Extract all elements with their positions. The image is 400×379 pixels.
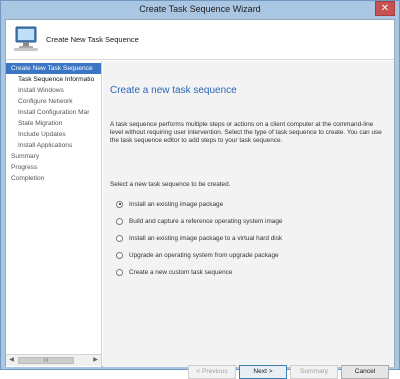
scroll-left-icon[interactable]: ◀ [6,355,17,366]
option-label: Upgrade an operating system from upgrade… [129,251,279,259]
nav-item-configure-network[interactable]: Configure Network [18,96,73,107]
header-title: Create New Task Sequence [46,35,139,44]
nav-item-install-windows[interactable]: Install Windows [18,85,64,96]
title-bar[interactable]: Create Task Sequence Wizard ✕ [1,1,399,18]
option-label: Create a new custom task sequence [129,268,233,276]
nav-item-completion[interactable]: Completion [11,173,44,184]
nav-item-include-updates[interactable]: Include Updates [18,129,66,140]
option-upgrade-os[interactable]: Upgrade an operating system from upgrade… [116,250,279,260]
option-label: Build and capture a reference operating … [129,217,283,225]
wizard-client-area: Create New Task Sequence Create New Task… [5,19,395,379]
cancel-button[interactable]: Cancel [341,365,389,379]
nav-item-create-new-task-sequence[interactable]: Create New Task Sequence [6,63,101,74]
wizard-main-pane: Create a new task sequence A task sequen… [103,61,394,379]
scrollbar-thumb[interactable]: III [18,357,74,364]
previous-button[interactable]: < Previous [188,365,236,379]
radio-button[interactable] [116,234,123,242]
option-build-and-capture[interactable]: Build and capture a reference operating … [116,216,282,226]
close-button[interactable]: ✕ [375,1,395,16]
option-label: Install an existing image package [129,200,224,208]
computer-wizard-icon [14,26,38,51]
radio-button-selected[interactable] [116,200,123,208]
radio-button[interactable] [116,268,123,276]
next-button[interactable]: Next > [239,365,287,379]
nav-item-state-migration[interactable]: State Migration [18,118,62,129]
option-custom-task-sequence[interactable]: Create a new custom task sequence [116,267,232,277]
scroll-right-icon[interactable]: ▶ [90,355,101,366]
option-install-to-vhd[interactable]: Install an existing image package to a v… [116,233,282,243]
nav-item-progress[interactable]: Progress [11,162,37,173]
wizard-nav-pane: Create New Task Sequence Task Sequence I… [6,61,102,367]
nav-item-install-configuration-manager[interactable]: Install Configuration Mar [18,107,89,118]
nav-item-summary[interactable]: Summary [11,151,39,162]
radio-button[interactable] [116,251,123,259]
nav-horizontal-scrollbar[interactable]: ◀ III ▶ [6,354,101,366]
page-description: A task sequence performs multiple steps … [110,121,382,144]
wizard-header: Create New Task Sequence [6,20,394,60]
option-label: Install an existing image package to a v… [129,234,283,242]
wizard-window: Create Task Sequence Wizard ✕ Create New… [0,0,400,379]
nav-item-task-sequence-information[interactable]: Task Sequence Informatio [18,74,94,85]
nav-item-install-applications[interactable]: Install Applications [18,140,72,151]
selection-prompt: Select a new task sequence to be created… [110,181,231,188]
option-install-existing-image[interactable]: Install an existing image package [116,199,223,209]
summary-button[interactable]: Summary [290,365,338,379]
window-title: Create Task Sequence Wizard [139,4,261,14]
radio-button[interactable] [116,217,123,225]
page-heading: Create a new task sequence [110,85,237,96]
